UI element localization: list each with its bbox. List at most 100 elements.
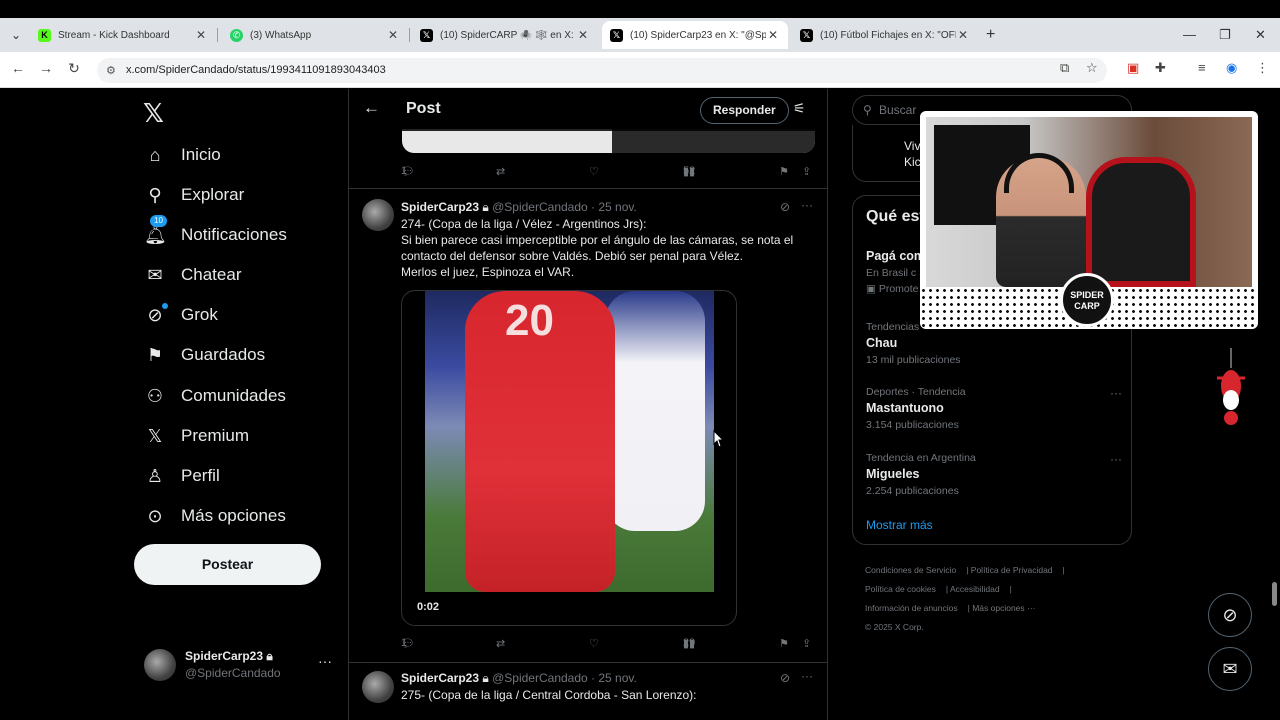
footer-link[interactable]: Política de Privacidad (971, 565, 1053, 575)
nav-explorar[interactable]: ⚲ Explorar (144, 180, 244, 210)
menu-icon[interactable]: ⋮ (1256, 60, 1269, 76)
nav-label: Explorar (181, 185, 245, 204)
trend-item[interactable]: Deportes · Tendencia Mastantuono 3.154 p… (866, 386, 1122, 431)
footer-link[interactable]: Política de cookies (865, 584, 936, 594)
footer-link[interactable]: Más opciones ··· (972, 603, 1035, 613)
nav-chatear[interactable]: ✉ Chatear (144, 260, 241, 290)
nav-perfil[interactable]: ♙ Perfil (144, 461, 220, 491)
x-logo-icon[interactable]: 𝕏 (143, 98, 164, 129)
extensions-icon[interactable]: ✚ (1155, 60, 1166, 76)
close-window-icon[interactable]: ✕ (1255, 27, 1266, 43)
nav-guardados[interactable]: ⚑ Guardados (144, 340, 265, 370)
tab-kick[interactable]: K Stream - Kick Dashboard ✕ (30, 21, 216, 49)
extension-red-icon[interactable]: ▣ (1127, 60, 1139, 76)
scrollbar[interactable] (1269, 89, 1280, 720)
maximize-icon[interactable]: ❐ (1219, 27, 1231, 43)
grok-icon[interactable]: ⊘ (780, 671, 790, 685)
close-tab-icon[interactable]: ✕ (386, 28, 400, 42)
more-icon[interactable]: ··· (318, 653, 332, 669)
browser-tab-bar: ⌄ K Stream - Kick Dashboard ✕ ✆ (3) What… (0, 0, 1280, 52)
tab-title: Stream - Kick Dashboard (58, 29, 170, 41)
filter-icon[interactable]: ⚟ (793, 100, 806, 117)
avatar (144, 649, 176, 681)
tab-title: (10) SpiderCarp23 en X: "@Spid (630, 29, 766, 41)
spiderman-hanging-icon (1217, 348, 1245, 425)
forward-icon[interactable]: → (36, 60, 56, 76)
post-button[interactable]: Postear (134, 544, 321, 585)
show-more-link[interactable]: Mostrar más (866, 518, 933, 532)
tweet-actions: 💬︎ 1 ⇄ ♡ ▮▮ 29 ⚑ ⇪ (401, 637, 812, 650)
profile-icon[interactable]: ◉ (1226, 60, 1237, 76)
nav-grok[interactable]: ⊘ Grok (144, 300, 218, 330)
nav-label: Premium (181, 426, 250, 445)
grok-fab-icon[interactable]: ⊘ (1208, 593, 1252, 637)
repost-icon[interactable]: ⇄ (496, 637, 505, 650)
footer-link[interactable]: Condiciones de Servicio (865, 565, 956, 575)
messages-fab-icon[interactable]: ✉ (1208, 647, 1252, 691)
footer-link[interactable]: Información de anuncios (865, 603, 958, 613)
tab-search-icon[interactable]: ⌄ (6, 25, 26, 45)
tweet-header: SpiderCarp23 🔒︎ @SpiderCandado · 25 nov. (401, 200, 637, 214)
tab-whatsapp[interactable]: ✆ (3) WhatsApp ✕ (222, 21, 408, 49)
share-icon[interactable]: ⇪ (802, 637, 811, 650)
nav-label: Perfil (181, 466, 220, 485)
person-icon: ♙ (146, 466, 164, 486)
avatar[interactable] (362, 199, 394, 231)
notification-badge: 10 (150, 215, 167, 227)
webcam-feed (926, 117, 1252, 287)
kick-icon: K (38, 28, 51, 42)
tab-spidercarp23-active[interactable]: 𝕏 (10) SpiderCarp23 en X: "@Spid ✕ (602, 21, 788, 49)
document-image[interactable] (402, 129, 815, 153)
avatar[interactable] (362, 671, 394, 703)
x-icon: 𝕏 (800, 28, 813, 42)
tab-spidercarp[interactable]: 𝕏 (10) SpiderCARP 🕷️ 🕸️ en X: "L ✕ (412, 21, 598, 49)
reply-button[interactable]: Responder (700, 97, 789, 124)
share-icon[interactable]: ⇪ (802, 165, 811, 178)
more-icon[interactable]: ··· (1110, 386, 1122, 400)
reload-icon[interactable]: ↻ (64, 60, 84, 77)
more-icon[interactable]: ··· (801, 198, 813, 212)
nav-premium[interactable]: 𝕏 Premium (144, 421, 249, 451)
close-tab-icon[interactable]: ✕ (766, 28, 780, 42)
grok-icon[interactable]: ⊘ (780, 200, 790, 214)
close-tab-icon[interactable]: ✕ (576, 28, 590, 42)
nav-notificaciones[interactable]: 🔔︎ 10 Notificaciones (144, 215, 287, 250)
video-time: 0:02 (417, 601, 440, 613)
gaming-chair (1086, 157, 1196, 287)
x-icon: 𝕏 (147, 426, 163, 446)
star-icon[interactable]: ☆ (1086, 60, 1098, 76)
search-icon: ⚲ (863, 103, 872, 117)
video-player[interactable]: 20 0:02 (401, 290, 737, 626)
install-icon[interactable]: ⧉ (1060, 60, 1069, 76)
media-icon[interactable]: ≡ (1198, 60, 1206, 75)
repost-icon[interactable]: ⇄ (496, 165, 505, 178)
like-icon[interactable]: ♡ (589, 165, 599, 178)
account-name: SpiderCarp23 🔒︎ (185, 649, 273, 663)
tweet-header: SpiderCarp23 🔒︎ @SpiderCandado · 25 nov. (401, 671, 637, 685)
bookmark-icon[interactable]: ⚑ (779, 165, 789, 178)
more-icon[interactable]: ··· (801, 669, 813, 683)
nav-comunidades[interactable]: ⚇ Comunidades (144, 381, 286, 411)
new-tab-icon[interactable]: + (986, 26, 995, 44)
url-text: x.com/SpiderCandado/status/1993411091893… (126, 64, 386, 76)
nav-inicio[interactable]: ⌂ Inicio (144, 140, 221, 170)
back-icon[interactable]: ← (8, 60, 28, 76)
tweet-text: 274- (Copa de la liga / Vélez - Argentin… (401, 217, 794, 279)
close-tab-icon[interactable]: ✕ (194, 28, 208, 42)
lock-icon: 🔒︎ (482, 200, 489, 214)
close-tab-icon[interactable]: ✕ (956, 28, 970, 42)
url-field[interactable]: ⚙ x.com/SpiderCandado/status/19934110918… (97, 58, 1107, 83)
more-icon[interactable]: ··· (1110, 452, 1122, 466)
trend-item[interactable]: Tendencia en Argentina Migueles 2.254 pu… (866, 452, 1122, 497)
account-switcher[interactable]: SpiderCarp23 🔒︎ @SpiderCandado ··· (144, 648, 339, 688)
site-info-icon[interactable]: ⚙ (106, 64, 116, 77)
lock-icon: 🔒︎ (266, 649, 273, 663)
footer-link[interactable]: Accesibilidad (950, 584, 1000, 594)
nav-mas-opciones[interactable]: ⊙ Más opciones (144, 501, 285, 531)
back-arrow-icon[interactable]: ← (363, 98, 380, 118)
minimize-icon[interactable]: — (1183, 27, 1196, 42)
tab-futbol-fichajes[interactable]: 𝕏 (10) Fútbol Fichajes en X: "OFIC ✕ (792, 21, 978, 49)
scrollbar-thumb[interactable] (1272, 582, 1277, 606)
like-icon[interactable]: ♡ (589, 637, 599, 650)
bookmark-icon[interactable]: ⚑ (779, 637, 789, 650)
